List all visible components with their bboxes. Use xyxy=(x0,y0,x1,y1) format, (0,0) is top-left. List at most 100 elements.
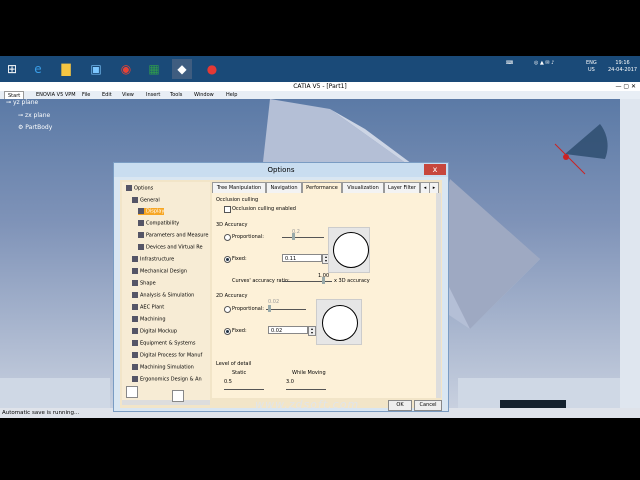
menu-enovia[interactable]: ENOVIA V5 VPM xyxy=(36,91,76,99)
tree-node-machining-simulation[interactable]: Machining Simulation xyxy=(132,364,194,371)
clock[interactable]: 19:16 24-04-2017 xyxy=(608,60,637,74)
tree-node-devices[interactable]: Devices and Virtual Re xyxy=(138,244,203,251)
acc2d-preview-circle xyxy=(322,305,358,341)
options-dialog: Options x Options General Display Compat… xyxy=(113,162,449,412)
tree-node-digital-process[interactable]: Digital Process for Manuf xyxy=(132,352,202,359)
acc3d-fixed-label: Fixed: xyxy=(232,256,247,262)
occlusion-heading: Occlusion culling xyxy=(216,197,259,203)
equipment-icon xyxy=(132,340,138,346)
tray-icons[interactable]: ◎ ▲ ✉ ♪ xyxy=(534,60,554,67)
windows-start-icon[interactable]: ⊞ xyxy=(2,59,22,79)
tree-node-display[interactable]: Display xyxy=(138,208,165,215)
performance-pane: Occlusion culling Occlusion culling enab… xyxy=(212,193,436,398)
dialog-body: Options General Display Compatibility Pa… xyxy=(120,180,442,411)
acc3d-fixed-field[interactable]: 0.11 xyxy=(282,254,322,262)
acc2d-fixed-field[interactable]: 0.02 xyxy=(268,326,308,334)
menu-tools[interactable]: Tools xyxy=(170,91,182,99)
parameters-icon xyxy=(138,232,144,238)
tree-node-mechanical-design[interactable]: Mechanical Design xyxy=(132,268,187,275)
recorder-icon[interactable]: ● xyxy=(202,59,222,79)
aec-plant-icon xyxy=(132,304,138,310)
lod-static-value: 0.5 xyxy=(224,379,232,385)
catia-icon[interactable]: ◆ xyxy=(172,59,192,79)
language-code: ENG xyxy=(586,60,597,66)
tree-node-analysis[interactable]: Analysis & Simulation xyxy=(132,292,194,299)
menu-bar: Start ENOVIA V5 VPM File Edit View Inser… xyxy=(0,91,640,101)
close-button[interactable]: x xyxy=(424,164,446,175)
options-tree[interactable]: Options General Display Compatibility Pa… xyxy=(122,182,210,400)
status-text: Automatic save is running... xyxy=(2,410,80,416)
dialog-title-bar[interactable]: Options xyxy=(114,163,448,177)
watermark: www.zdsoft.com xyxy=(255,398,360,411)
tree-node-infrastructure[interactable]: Infrastructure xyxy=(132,256,174,263)
menu-insert[interactable]: Insert xyxy=(146,91,160,99)
tree-node-compatibility[interactable]: Compatibility xyxy=(138,220,179,227)
acc3d-preview xyxy=(328,227,370,273)
lod-static-slider[interactable] xyxy=(224,389,264,390)
window-title: CATIA V5 - [Part1] xyxy=(293,83,347,90)
menu-file[interactable]: File xyxy=(82,91,90,99)
shape-icon xyxy=(132,280,138,286)
keyboard-icon[interactable]: ⌨ xyxy=(506,60,513,67)
acc2d-proportional-radio[interactable] xyxy=(224,306,231,313)
menu-help[interactable]: Help xyxy=(226,91,237,99)
tree-node-options[interactable]: Options xyxy=(126,185,153,192)
menu-edit[interactable]: Edit xyxy=(102,91,112,99)
ok-button[interactable]: OK xyxy=(388,400,412,411)
menu-view[interactable]: View xyxy=(122,91,134,99)
tree-scrollbar[interactable] xyxy=(122,400,210,405)
tree-node-parameters[interactable]: Parameters and Measure xyxy=(138,232,208,239)
tree-node-machining[interactable]: Machining xyxy=(132,316,166,323)
language-indicator[interactable]: ENG US xyxy=(586,60,597,74)
curves-accuracy-thumb[interactable] xyxy=(322,277,325,284)
tree-item-zx-plane[interactable]: ⊸ zx plane xyxy=(18,112,50,119)
chrome-icon[interactable]: ◉ xyxy=(116,59,136,79)
edge-icon[interactable]: e xyxy=(28,59,48,79)
acc2d-proportional-slider[interactable] xyxy=(266,309,306,310)
acc2d-preview xyxy=(316,299,362,345)
right-toolbar[interactable] xyxy=(620,99,640,408)
pane-scrollbar[interactable] xyxy=(436,193,441,398)
region-code: US xyxy=(587,67,595,73)
tree-node-ergonomics[interactable]: Ergonomics Design & An xyxy=(132,376,202,383)
acc2d-fixed-spinner[interactable]: ▴ ▾ xyxy=(308,326,316,336)
file-explorer-icon[interactable]: ▇ xyxy=(56,59,76,79)
lod-moving-slider[interactable] xyxy=(286,389,326,390)
occlusion-checkbox-label: Occlusion culling enabled xyxy=(232,206,296,212)
bottom-toolbar[interactable] xyxy=(0,378,110,408)
general-icon xyxy=(132,197,138,203)
tree-node-equipment[interactable]: Equipment & Systems xyxy=(132,340,195,347)
acc3d-fixed-radio[interactable] xyxy=(224,256,231,263)
window-controls[interactable]: — ▢ ✕ xyxy=(615,82,636,91)
lod-heading: Level of detail xyxy=(216,361,252,367)
lod-static-label: Static xyxy=(232,370,247,376)
tree-action-icon[interactable] xyxy=(172,390,184,402)
tree-label-partbody: PartBody xyxy=(25,124,53,131)
clock-date: 24-04-2017 xyxy=(608,67,638,73)
cancel-button[interactable]: Cancel xyxy=(414,400,442,411)
acc3d-proportional-slider[interactable] xyxy=(282,237,324,238)
lod-moving-label: While Moving xyxy=(292,370,326,376)
store-icon[interactable]: ▣ xyxy=(86,59,106,79)
excel-icon[interactable]: ▦ xyxy=(144,59,164,79)
infrastructure-icon xyxy=(132,256,138,262)
digital-mockup-icon xyxy=(132,328,138,334)
compatibility-icon xyxy=(138,220,144,226)
tree-node-aec-plant[interactable]: AEC Plant xyxy=(132,304,164,311)
acc3d-proportional-radio[interactable] xyxy=(224,234,231,241)
acc2d-proportional-thumb[interactable] xyxy=(268,305,271,312)
acc3d-proportional-thumb[interactable] xyxy=(292,233,295,240)
tree-label-yz: yz plane xyxy=(12,99,39,106)
acc2d-fixed-radio[interactable] xyxy=(224,328,231,335)
compass-icon xyxy=(554,124,608,175)
tree-node-shape[interactable]: Shape xyxy=(132,280,156,287)
tree-item-partbody[interactable]: ⚙ PartBody xyxy=(18,124,52,131)
acc3d-heading: 3D Accuracy xyxy=(216,222,248,228)
occlusion-checkbox[interactable] xyxy=(224,206,231,213)
tree-options-icon[interactable] xyxy=(126,386,138,398)
tree-item-yz-plane[interactable]: ⊸ yz plane xyxy=(6,99,38,106)
tree-node-general[interactable]: General xyxy=(132,197,160,204)
menu-window[interactable]: Window xyxy=(194,91,214,99)
digital-process-icon xyxy=(132,352,138,358)
tree-node-digital-mockup[interactable]: Digital Mockup xyxy=(132,328,177,335)
